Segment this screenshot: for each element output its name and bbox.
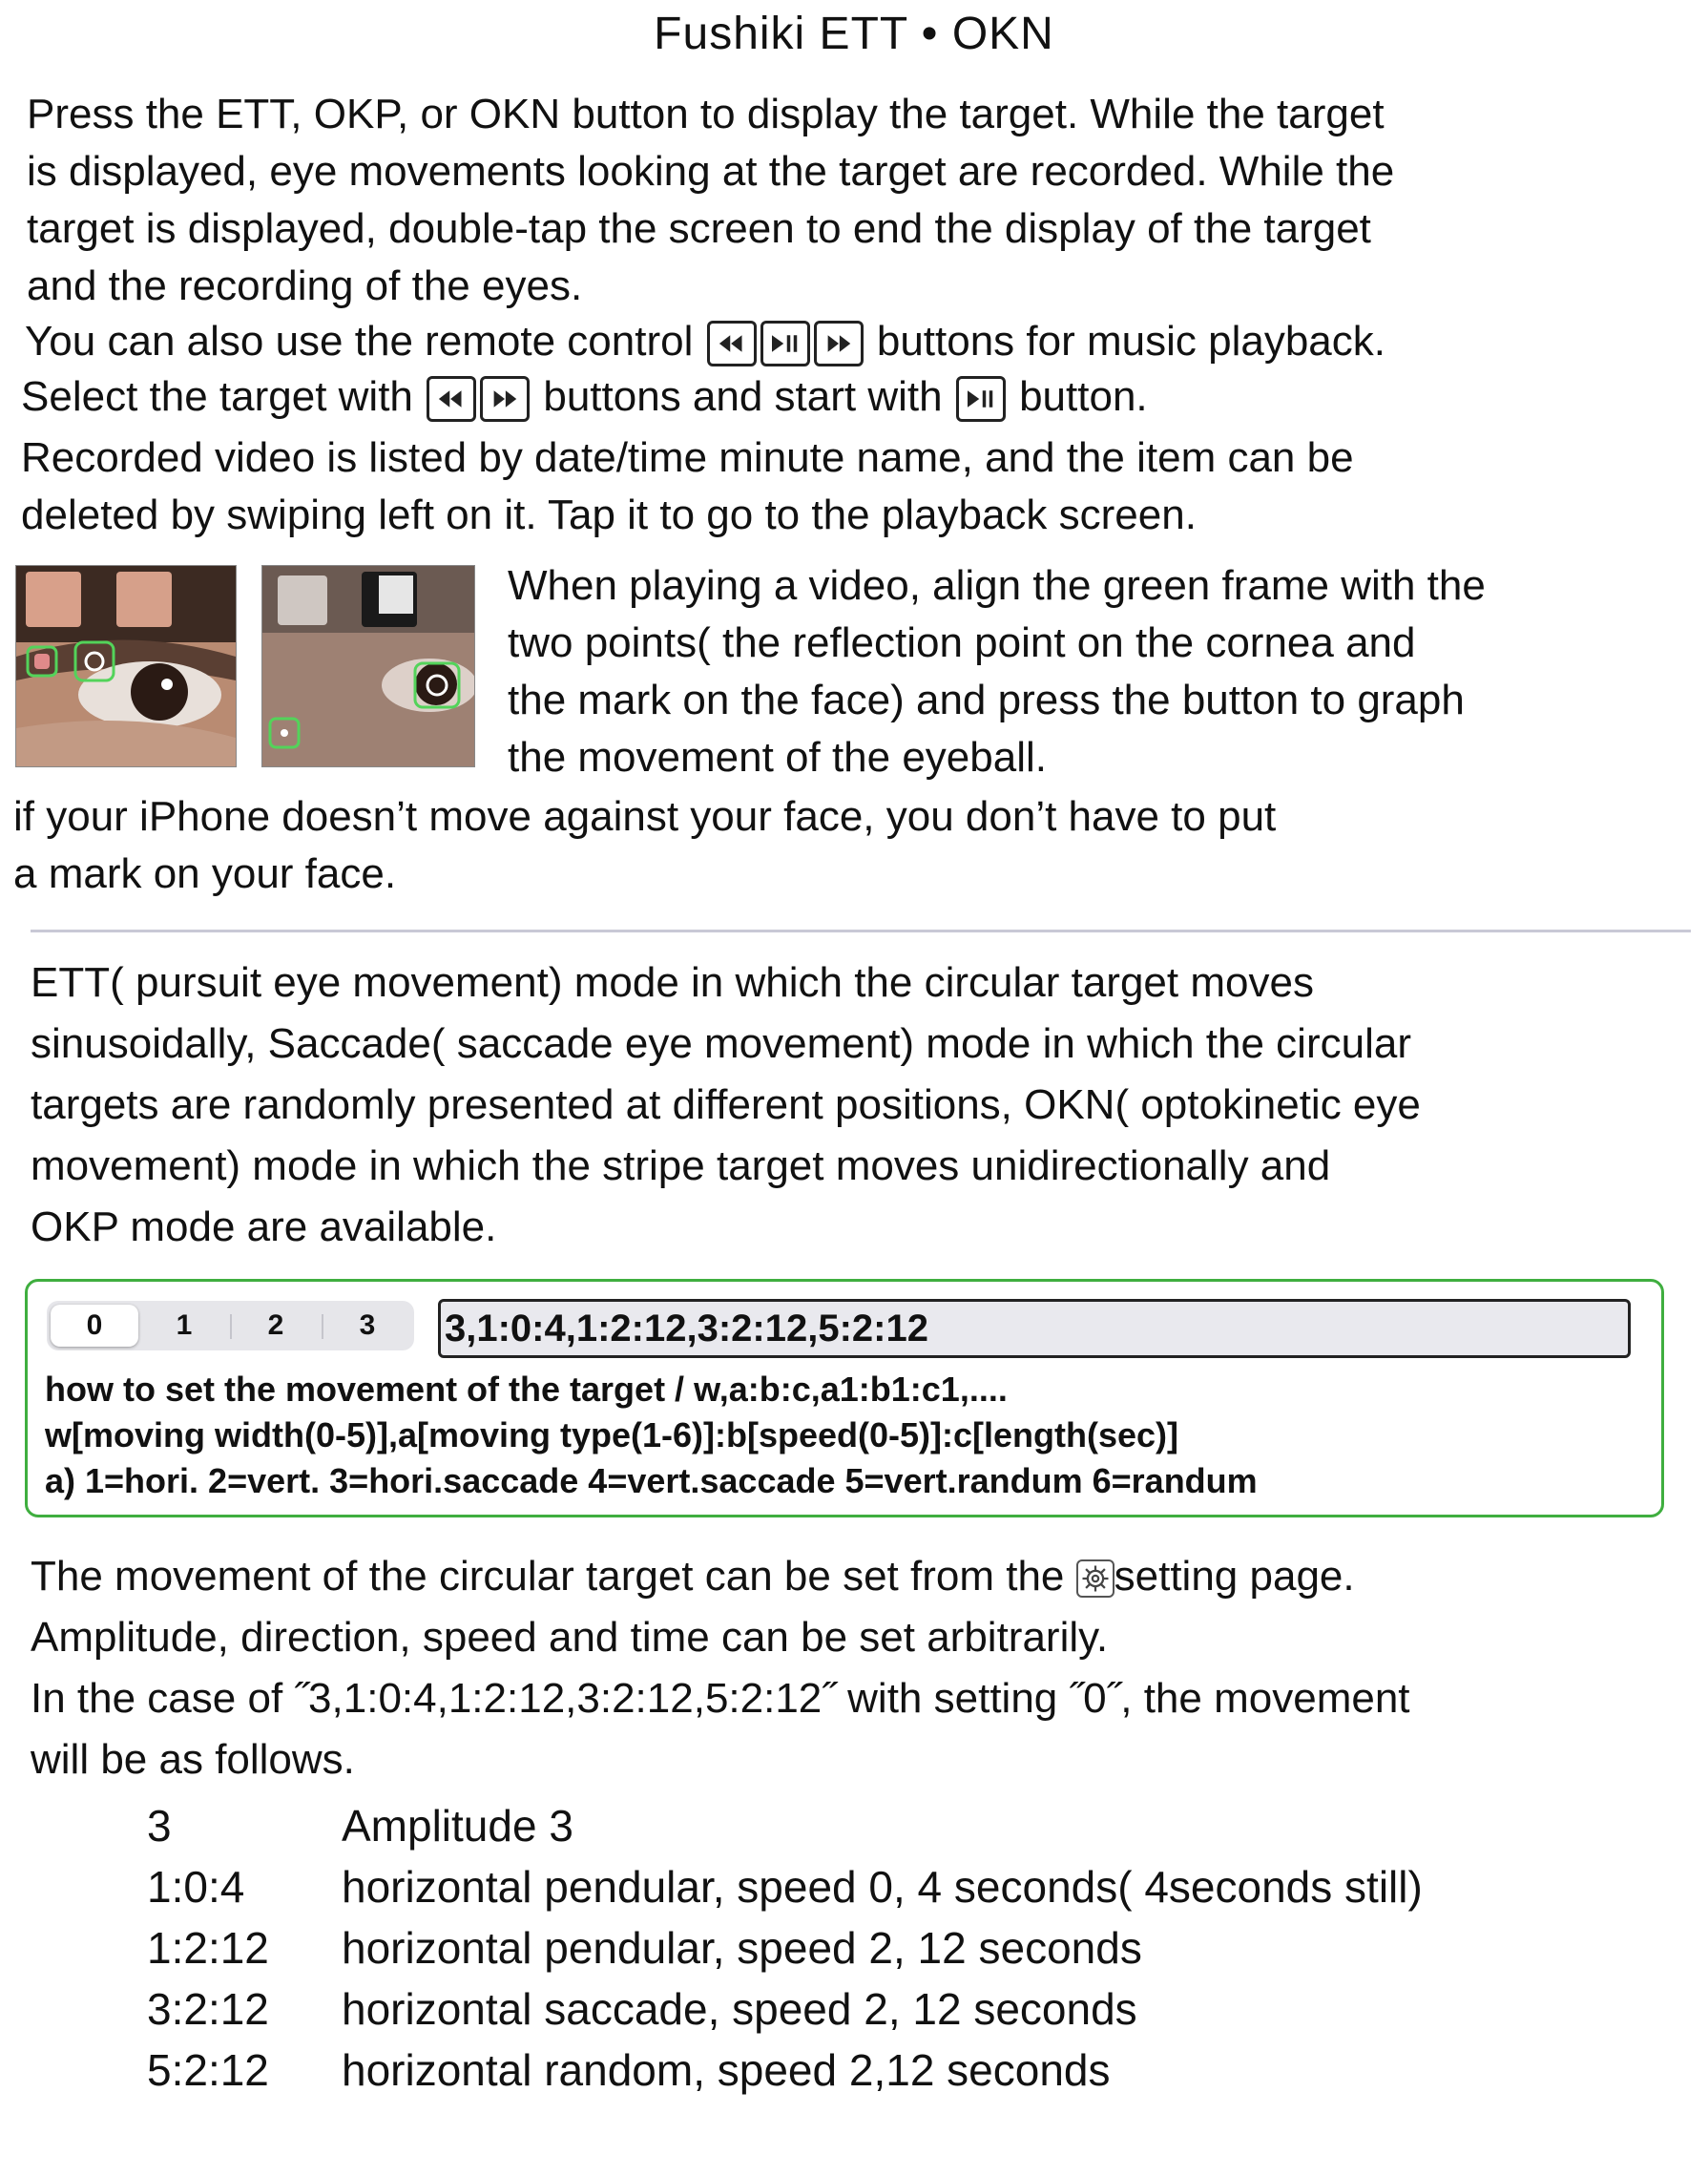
modes-line-5: OKP mode are available. [31,1203,497,1250]
mark-note-line-2: a mark on your face. [13,850,397,897]
example-code: 1:2:12 [147,1923,269,1973]
video-help-line-3: the mark on the face) and press the butt… [508,677,1465,723]
explanation-line-4: will be as follows. [31,1736,355,1783]
eye-photo-left [15,565,237,767]
video-help-line-2: two points( the reflection point on the … [508,619,1416,666]
modes-line-3: targets are randomly presented at differ… [31,1081,1421,1128]
example-code: 1:0:4 [147,1862,245,1912]
play-pause-icon [955,376,1006,423]
segment-3[interactable]: 3 [323,1305,411,1347]
example-desc: Amplitude 3 [342,1801,573,1851]
fast-forward-icon [813,321,864,367]
recorded-video-line-2: deleted by swiping left on it. Tap it to… [21,492,1197,538]
intro-line-2: is displayed, eye movements looking at t… [27,148,1395,195]
intro-line-4: and the recording of the eyes. [27,262,583,309]
intro-line-1: Press the ETT, OKP, or OKN button to dis… [27,91,1385,137]
select-target-end: button. [1019,373,1148,420]
explanation-line-1: The movement of the circular target can … [31,1546,1355,1607]
example-desc: horizontal pendular, speed 0, 4 seconds(… [342,1862,1423,1912]
page-title: Fushiki ETT • OKN [654,9,1054,59]
video-help-line-1: When playing a video, align the green fr… [508,562,1486,609]
example-code: 5:2:12 [147,2045,269,2095]
select-target-line: Select the target with buttons and start… [21,368,1148,426]
select-target-text: Select the target with [21,373,413,420]
modes-line-1: ETT( pursuit eye movement) mode in which… [31,959,1314,1006]
modes-line-2: sinusoidally, Saccade( saccade eye movem… [31,1020,1411,1067]
segment-1[interactable]: 1 [140,1305,228,1347]
explanation-text-end: setting page. [1114,1553,1355,1600]
eye-photo-right [261,565,475,767]
remote-control-text: You can also use the remote control [25,318,694,365]
example-desc: horizontal random, speed 2,12 seconds [342,2045,1111,2095]
remote-control-line: You can also use the remote control butt… [25,313,1385,370]
target-settings-panel: 0 1 2 3 3,1:0:4,1:2:12,3:2:12,5:2:12 how… [25,1279,1664,1517]
section-divider [31,930,1691,932]
remote-control-text-end: buttons for music playback. [876,318,1385,365]
example-desc: horizontal pendular, speed 2, 12 seconds [342,1923,1142,1973]
intro-line-3: target is displayed, double-tap the scre… [27,205,1371,252]
recorded-video-line-1: Recorded video is listed by date/time mi… [21,434,1354,481]
segment-0[interactable]: 0 [51,1305,138,1347]
fast-forward-icon [480,376,531,423]
movement-hint-line-3: a) 1=hori. 2=vert. 3=hori.saccade 4=vert… [45,1461,1258,1500]
modes-line-4: movement) mode in which the stripe targe… [31,1142,1331,1189]
play-pause-icon [760,321,810,367]
movement-hint-line-2: w[moving width(0-5)],a[moving type(1-6)]… [45,1415,1179,1454]
example-code: 3:2:12 [147,1984,269,2034]
explanation-text: The movement of the circular target can … [31,1553,1065,1600]
explanation-line-2: Amplitude, direction, speed and time can… [31,1614,1109,1661]
setting-segmented-control[interactable]: 0 1 2 3 [47,1301,414,1350]
example-desc: horizontal saccade, speed 2, 12 seconds [342,1984,1137,2034]
explanation-line-3: In the case of ˝3,1:0:4,1:2:12,3:2:12,5:… [31,1675,1410,1722]
example-code: 3 [147,1801,172,1851]
gear-icon [1075,1559,1114,1599]
segment-2[interactable]: 2 [232,1305,320,1347]
mark-note-line-1: if your iPhone doesn’t move against your… [13,793,1277,840]
rewind-icon [706,321,757,367]
movement-hint-line-1: how to set the movement of the target / … [45,1370,1008,1409]
select-target-mid: buttons and start with [543,373,943,420]
movement-setting-input[interactable]: 3,1:0:4,1:2:12,3:2:12,5:2:12 [438,1299,1631,1358]
video-help-line-4: the movement of the eyeball. [508,734,1047,781]
rewind-icon [427,376,477,423]
